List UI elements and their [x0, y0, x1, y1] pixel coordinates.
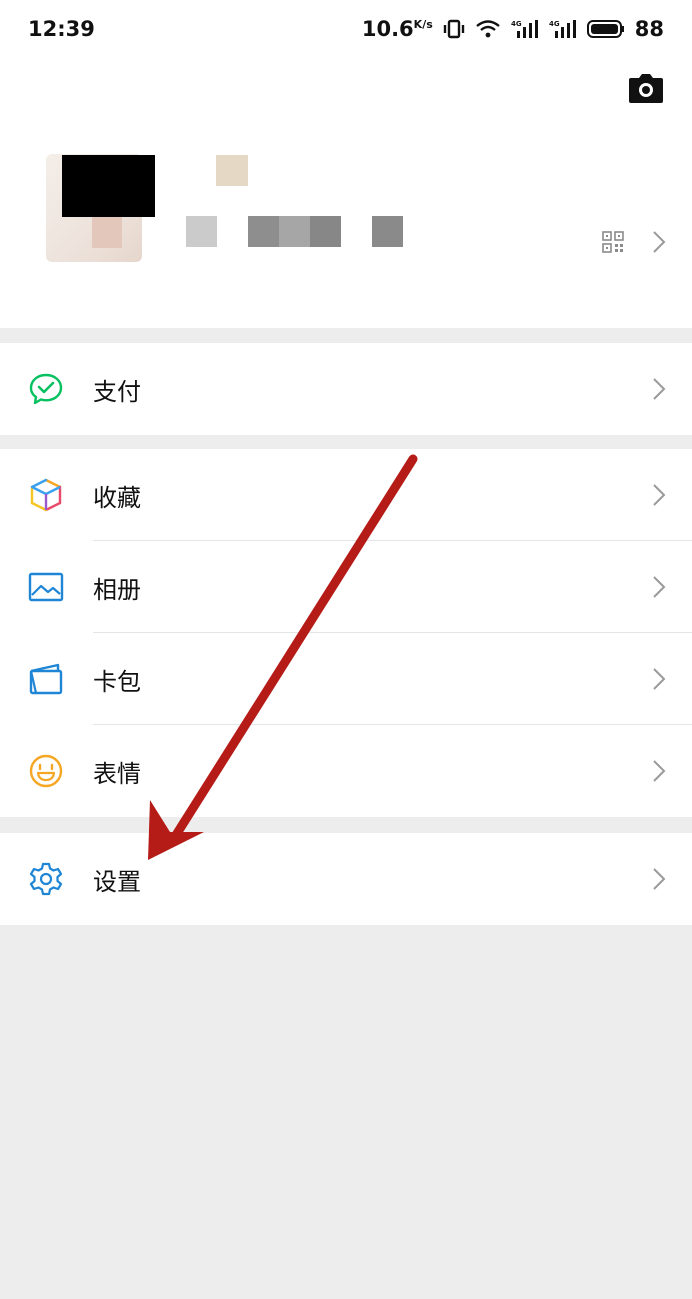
qr-code-icon — [602, 231, 624, 257]
blurred-region — [279, 216, 310, 247]
menu-item-pay[interactable]: 支付 — [0, 343, 692, 435]
card-wallet-icon — [28, 661, 64, 697]
menu-group-main: 收藏 相册 卡包 表情 — [0, 449, 692, 817]
vibrate-icon — [443, 19, 465, 39]
blurred-region — [248, 216, 279, 247]
menu-item-label: 卡包 — [93, 667, 141, 696]
signal-4g-icon: 4G — [549, 19, 577, 39]
chevron-right-icon — [652, 230, 666, 258]
favorites-cube-icon — [28, 477, 64, 513]
chevron-right-icon — [652, 377, 666, 405]
menu-item-label: 表情 — [93, 759, 141, 788]
network-speed: 10.6K/s — [361, 17, 433, 41]
battery-level: 88 — [634, 17, 664, 41]
chevron-right-icon — [652, 575, 666, 603]
chevron-right-icon — [652, 667, 666, 695]
battery-icon — [586, 19, 625, 39]
wechat-pay-icon — [28, 371, 64, 407]
status-time: 12:39 — [28, 17, 95, 41]
menu-group-settings: 设置 — [0, 833, 692, 925]
wifi-icon — [475, 19, 501, 39]
blurred-region — [372, 216, 403, 247]
status-indicators: 10.6K/s 4G 4G 88 — [362, 17, 664, 41]
blurred-region — [216, 155, 248, 186]
menu-item-favorites[interactable]: 收藏 — [0, 449, 692, 541]
menu-item-stickers[interactable]: 表情 — [0, 725, 692, 817]
smiley-icon — [28, 753, 64, 789]
chevron-right-icon — [652, 867, 666, 895]
signal-4g-icon: 4G — [511, 19, 539, 39]
status-bar: 12:39 10.6K/s 4G 4G 88 — [0, 0, 692, 62]
menu-item-label: 相册 — [93, 575, 141, 604]
blurred-region — [310, 216, 341, 247]
chevron-right-icon — [652, 483, 666, 511]
speed-unit: K/s — [413, 18, 433, 31]
menu-item-album[interactable]: 相册 — [0, 541, 692, 633]
gear-icon — [28, 861, 64, 897]
profile-header[interactable] — [0, 62, 692, 328]
redacted-nickname — [62, 155, 155, 217]
menu-item-label: 设置 — [93, 867, 141, 896]
blurred-region — [186, 216, 217, 247]
menu-item-label: 支付 — [93, 377, 141, 406]
album-picture-icon — [28, 569, 64, 605]
chevron-right-icon — [652, 759, 666, 787]
menu-item-cards[interactable]: 卡包 — [0, 633, 692, 725]
camera-icon[interactable] — [628, 74, 664, 108]
menu-group-pay: 支付 — [0, 343, 692, 435]
menu-item-label: 收藏 — [93, 483, 141, 512]
svg-text:4G: 4G — [511, 20, 522, 28]
qr-code-button[interactable] — [602, 230, 666, 258]
menu-item-settings[interactable]: 设置 — [0, 833, 692, 925]
svg-text:4G: 4G — [549, 20, 560, 28]
